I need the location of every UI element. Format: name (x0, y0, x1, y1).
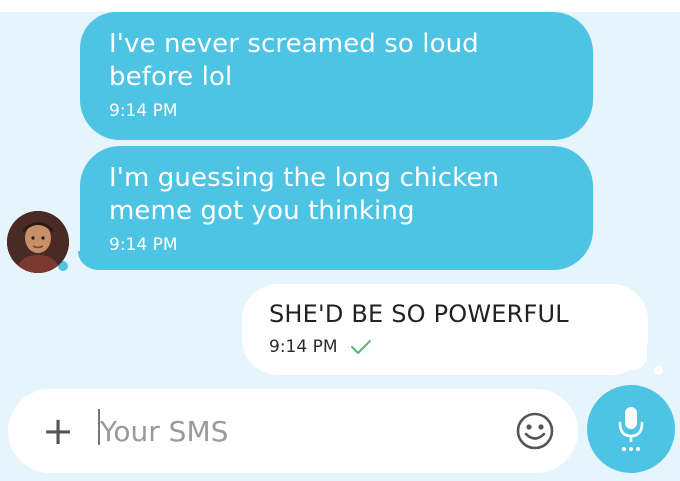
plus-icon[interactable]: + (38, 409, 78, 453)
voice-record-button[interactable] (587, 385, 675, 473)
message-composer: + (8, 389, 578, 473)
message-line: meme got you thinking (109, 196, 415, 226)
message-meta: 9:14 PM (269, 336, 628, 358)
avatar-photo (7, 211, 69, 273)
message-timestamp: 9:14 PM (269, 337, 338, 357)
bubble-tail-dot (654, 366, 663, 375)
chat-screen: I've never screamed so loud before lol 9… (0, 0, 680, 481)
message-line: I've never screamed so loud (109, 29, 479, 59)
incoming-message-bubble[interactable]: I'm guessing the long chicken meme got y… (80, 146, 593, 270)
message-timestamp: 9:14 PM (109, 101, 178, 121)
check-icon (350, 340, 371, 354)
message-line: before lol (109, 62, 233, 92)
smiley-icon[interactable] (515, 411, 555, 451)
sms-input[interactable] (96, 407, 496, 455)
contact-avatar[interactable] (7, 211, 69, 273)
message-text: I've never screamed so loud before lol (109, 28, 573, 94)
microphone-icon (618, 407, 644, 451)
message-text: I'm guessing the long chicken meme got y… (109, 162, 573, 228)
bubble-tail (78, 251, 104, 269)
bubble-tail (623, 350, 647, 370)
message-timestamp: 9:14 PM (109, 235, 178, 255)
incoming-message-bubble[interactable]: I've never screamed so loud before lol 9… (80, 12, 593, 140)
text-cursor (98, 409, 100, 445)
top-edge (0, 0, 680, 12)
message-line: I'm guessing the long chicken (109, 163, 500, 193)
outgoing-message-bubble[interactable]: SHE'D BE SO POWERFUL 9:14 PM (242, 284, 648, 375)
message-text: SHE'D BE SO POWERFUL (269, 300, 569, 328)
